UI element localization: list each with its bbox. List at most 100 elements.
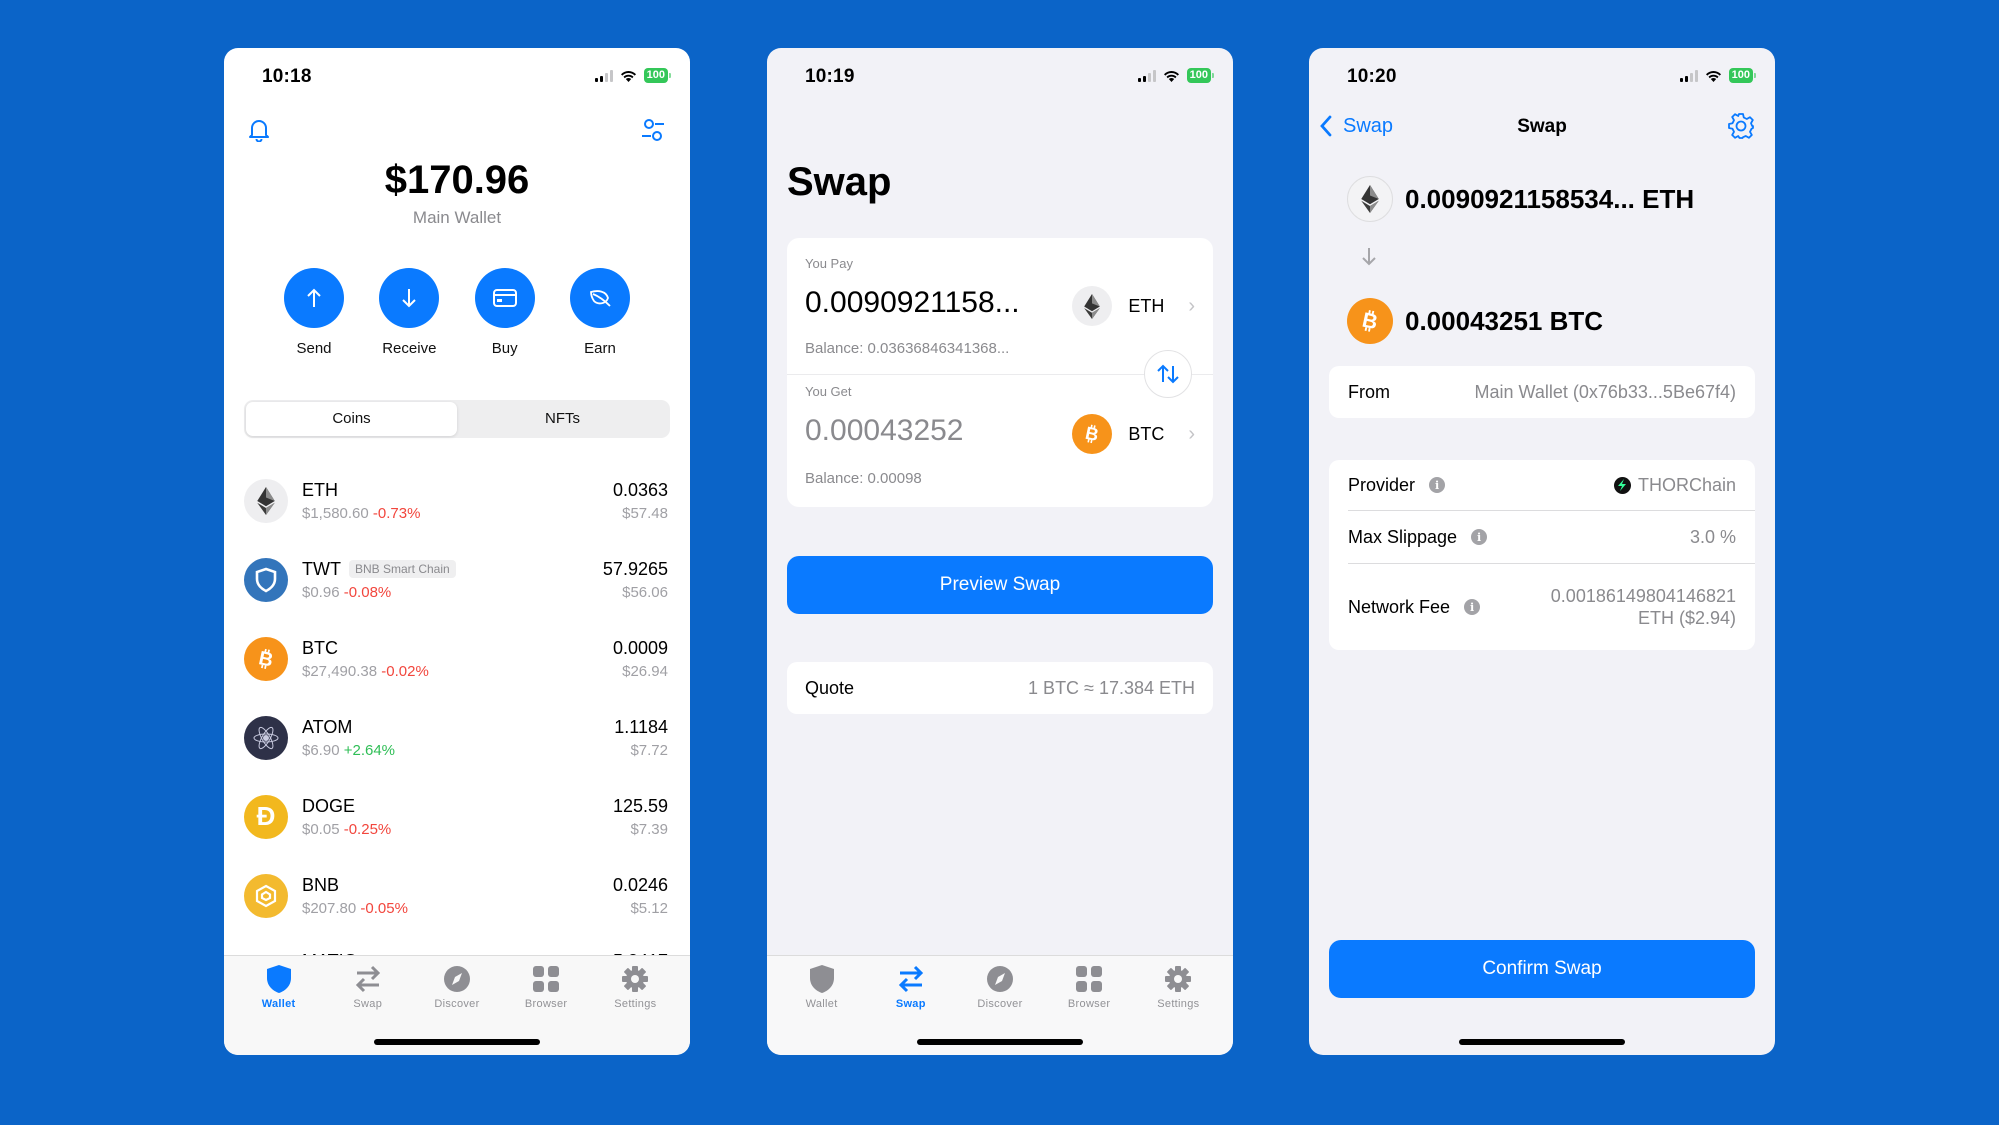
tab-settings[interactable]: Settings: [1138, 964, 1218, 1010]
coin-row-atom[interactable]: ATOM $6.90 +2.64% 1.1184 $7.72: [224, 698, 690, 777]
btc-icon: [244, 636, 288, 681]
swap-arrows-icon: [898, 965, 923, 993]
tab-label: Swap: [353, 998, 383, 1010]
gear-icon: [1165, 966, 1192, 992]
coin-row-twt[interactable]: TWT BNB Smart Chain $0.96 -0.08% 57.9265 $…: [224, 540, 690, 619]
receive-button[interactable]: Receive: [374, 268, 444, 357]
preview-swap-button[interactable]: Preview Swap: [787, 556, 1213, 614]
status-icons: 100: [1137, 68, 1215, 83]
info-icon[interactable]: i: [1464, 599, 1481, 615]
coin-amount: 125.59: [612, 795, 668, 816]
status-icons: 100: [594, 68, 672, 83]
tab-swap[interactable]: Swap: [871, 964, 951, 1010]
wifi-icon: [1163, 70, 1179, 82]
tab-coins[interactable]: Coins: [246, 402, 457, 436]
send-label: Send: [296, 340, 332, 357]
arrow-up-icon: [307, 288, 321, 307]
coin-row-bnb[interactable]: BNB $207.80 -0.05% 0.0246 $5.12: [224, 856, 690, 935]
pay-balance: Balance: 0.03636846341368...: [805, 340, 1010, 357]
get-token-selector[interactable]: BTC ›: [1072, 414, 1195, 454]
from-wallet-row: From Main Wallet (0x76b33...5Be67f4): [1329, 366, 1755, 418]
arrow-down-icon: [402, 289, 417, 308]
tab-swap[interactable]: Swap: [328, 964, 408, 1010]
coin-change: -0.05%: [360, 899, 408, 917]
tab-settings[interactable]: Settings: [595, 964, 675, 1010]
provider-row[interactable]: Provider i THORChain: [1329, 460, 1755, 510]
network-fee-amount: 0.00186149804146821: [1550, 585, 1736, 606]
tab-wallet[interactable]: Wallet: [782, 964, 862, 1010]
credit-card-icon: [492, 289, 517, 307]
home-indicator[interactable]: [1459, 1039, 1625, 1045]
home-indicator[interactable]: [917, 1039, 1083, 1045]
swap-arrows-icon: [355, 965, 380, 993]
coin-amount: 1.1184: [614, 716, 668, 737]
swap-settings-button[interactable]: [1727, 112, 1755, 145]
coin-row-doge[interactable]: Ɖ DOGE $0.05 -0.25% 125.59 $7.39: [224, 777, 690, 856]
pay-amount-input[interactable]: 0.0090921158...: [805, 286, 1020, 320]
tab-browser[interactable]: Browser: [506, 964, 586, 1010]
coin-value: $5.12: [630, 899, 668, 917]
coin-change: -0.25%: [343, 820, 392, 838]
wallet-name[interactable]: Main Wallet: [224, 208, 690, 228]
send-button[interactable]: Send: [279, 268, 349, 357]
coin-symbol: BTC: [302, 637, 338, 658]
quick-actions: Send Receive Buy Earn: [254, 268, 660, 357]
tab-discover[interactable]: Discover: [417, 964, 497, 1010]
back-button[interactable]: Swap: [1319, 114, 1393, 138]
tab-browser[interactable]: Browser: [1049, 964, 1129, 1010]
wallet-screen: 10:18 100 $170.96 Main Wallet Send Recei…: [224, 48, 690, 1055]
tab-discover[interactable]: Discover: [960, 964, 1040, 1010]
compass-icon: [986, 966, 1013, 992]
coin-change: -0.02%: [381, 662, 429, 680]
pay-token-selector[interactable]: ETH ›: [1072, 286, 1195, 326]
tab-label: Swap: [895, 998, 926, 1010]
swap-from-summary: 0.0090921158534... ETH: [1347, 176, 1694, 222]
coin-row-btc[interactable]: BTC $27,490.38 -0.02% 0.0009 $26.94: [224, 619, 690, 698]
back-label: Swap: [1343, 114, 1394, 137]
confirm-swap-button[interactable]: Confirm Swap: [1329, 940, 1755, 998]
shield-icon: [266, 965, 291, 993]
arrow-down-icon: [1361, 246, 1377, 271]
btc-icon: [1347, 298, 1393, 344]
tab-wallet[interactable]: Wallet: [239, 964, 319, 1010]
tab-label: Discover: [977, 998, 1023, 1010]
eth-icon: [244, 478, 288, 523]
info-icon[interactable]: i: [1471, 529, 1488, 545]
grid-icon: [1076, 966, 1103, 992]
notifications-button[interactable]: [248, 118, 270, 147]
get-amount[interactable]: 0.00043252: [805, 414, 964, 448]
coin-change: +2.64%: [343, 741, 396, 759]
quote-value: 1 BTC ≈ 17.384 ETH: [1028, 677, 1195, 698]
status-icons: 100: [1679, 68, 1757, 83]
coin-row-eth[interactable]: ETH $1,580.60 -0.73% 0.0363 $57.48: [224, 461, 690, 540]
from-value: Main Wallet (0x76b33...5Be67f4): [1474, 381, 1736, 402]
chevron-left-icon: [1320, 115, 1332, 137]
coin-price: $1,580.60: [302, 504, 369, 522]
buy-label: Buy: [491, 340, 518, 357]
flip-tokens-button[interactable]: [1144, 350, 1192, 398]
get-balance: Balance: 0.00098: [805, 470, 922, 487]
coin-price: $6.90: [302, 741, 340, 759]
coin-list: ETH $1,580.60 -0.73% 0.0363 $57.48 TWT BNB…: [224, 461, 690, 965]
cellular-signal-icon: [1137, 69, 1156, 82]
from-label: From: [1348, 381, 1390, 402]
tab-nfts[interactable]: NFTs: [457, 402, 668, 436]
quote-row: Quote 1 BTC ≈ 17.384 ETH: [787, 662, 1213, 714]
leaf-icon: [590, 290, 611, 307]
coin-price: $0.05: [302, 820, 340, 838]
chain-badge: BNB Smart Chain: [348, 560, 456, 578]
filter-sliders-icon: [642, 119, 664, 141]
manage-assets-button[interactable]: [640, 118, 666, 147]
earn-button[interactable]: Earn: [565, 268, 635, 357]
swap-vertical-icon: [1157, 364, 1179, 384]
shield-icon: [809, 965, 834, 993]
bell-icon: [249, 120, 269, 143]
home-indicator[interactable]: [374, 1039, 540, 1045]
max-slippage-row[interactable]: Max Slippage i 3.0 %: [1329, 511, 1755, 563]
info-icon[interactable]: i: [1429, 477, 1446, 493]
provider-value: THORChain: [1637, 474, 1736, 495]
buy-button[interactable]: Buy: [470, 268, 540, 357]
coin-symbol: ETH: [302, 479, 338, 500]
status-time: 10:18: [262, 66, 312, 87]
eth-icon: [1072, 286, 1113, 326]
